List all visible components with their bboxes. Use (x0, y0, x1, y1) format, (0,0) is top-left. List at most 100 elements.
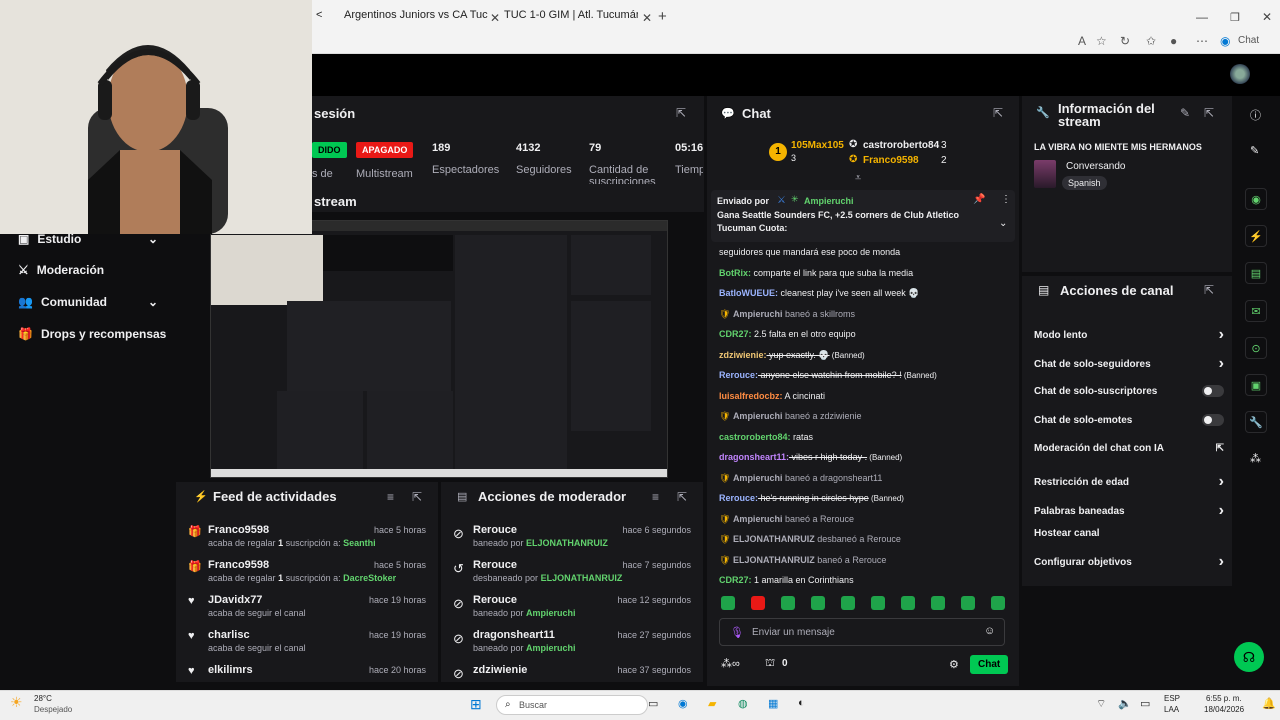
chat-message[interactable]: castroroberto84: ratas (719, 432, 813, 442)
taskbar-search[interactable]: ⌕ Buscar (496, 695, 648, 715)
sidebar-item-estudio[interactable]: ▣ Estudio ⌄ (18, 232, 158, 246)
emote-icon[interactable] (961, 596, 975, 610)
chat-username[interactable]: luisalfredocbz: (719, 391, 783, 401)
chat-mod-notice[interactable]: 🛡 Ampieruchi baneó a dragonsheart11 (719, 473, 882, 484)
gear-icon[interactable]: ⚙ (949, 658, 959, 671)
list-item[interactable]: 🎁 Franco9598 hace 5 horas acaba de regalar … (186, 522, 434, 556)
filter-icon[interactable]: ≡ (652, 490, 659, 504)
file-explorer-icon[interactable]: ▰ (708, 697, 716, 710)
moderator-name[interactable]: Ampieruchi (526, 608, 576, 618)
chat-mod-notice[interactable]: 🛡 Ampieruchi baneó a zdziwienie (719, 411, 862, 422)
chat-message[interactable]: luisalfredocbz: A cincinati (719, 391, 825, 401)
microphone-icon[interactable]: 🎙 (730, 626, 744, 639)
mod-action-row[interactable]: ⊘ Rerouce hace 12 segundos baneado por Ampi… (451, 592, 699, 626)
sidebar-item-drops[interactable]: 🎁 Drops y recompensas (18, 327, 166, 341)
restore-icon[interactable]: ❐ (1230, 6, 1240, 28)
chat-username[interactable]: CDR27: (719, 575, 752, 585)
emote-icon[interactable] (751, 596, 765, 610)
toggle-switch[interactable] (1202, 414, 1224, 426)
clock-date[interactable]: 18/04/2026 (1204, 705, 1244, 714)
toggle-switch[interactable] (1202, 385, 1224, 397)
camera-icon[interactable]: ◉ (1245, 188, 1267, 210)
chat-username[interactable]: dragonsheart11: (719, 452, 789, 462)
channel-action-2[interactable]: Chat de solo-suscriptores (1034, 385, 1224, 397)
popout-icon[interactable]: ⇱ (412, 490, 422, 504)
emote-icon[interactable] (811, 596, 825, 610)
tab-argentinos[interactable]: Argentinos Juniors vs CA Tucumán (338, 4, 488, 26)
popout-icon[interactable]: ⇱ (1204, 106, 1214, 120)
top-gifter-name[interactable]: 105Max105 (791, 140, 844, 151)
notification-icon[interactable]: 🔔 (1262, 697, 1276, 710)
copilot-icon[interactable]: ◉ (1220, 34, 1230, 48)
favorites-icon[interactable]: ✩ (1146, 34, 1156, 48)
stream-preview[interactable] (210, 220, 668, 478)
chat-username[interactable]: castroroberto84: (719, 432, 791, 442)
chat-bubble-icon[interactable]: ✉ (1245, 300, 1267, 322)
tab-partial[interactable]: < (316, 4, 330, 26)
sidebar-item-comunidad[interactable]: 👥 Comunidad ⌄ (18, 295, 158, 309)
chat-username[interactable]: BotRix: (719, 268, 751, 278)
channel-action-6[interactable]: Palabras baneadas › (1034, 502, 1224, 520)
feed-user[interactable]: elkilimrs (208, 664, 253, 676)
chat-message[interactable]: BatloWUEUE: cleanest play i've seen all … (719, 288, 920, 299)
chat-message[interactable]: zdziwienie: yup exactly. 💀 (Banned) (719, 350, 865, 361)
channel-action-5[interactable]: Restricción de edad › (1034, 473, 1224, 491)
minimize-icon[interactable]: — (1196, 6, 1208, 28)
chat-mod-notice[interactable]: 🛡 ELJONATHANRUIZ baneó a Rerouce (719, 555, 886, 566)
bolt-icon[interactable]: ⚡ (1245, 225, 1267, 247)
pencil-icon[interactable]: ✎ (1250, 144, 1259, 157)
store-icon[interactable]: ▦ (768, 697, 778, 710)
chat-username[interactable]: Ampieruchi (733, 514, 783, 524)
chat-username[interactable]: ELJONATHANRUIZ (733, 534, 815, 544)
emote-icon[interactable] (841, 596, 855, 610)
mod-target-user[interactable]: Rerouce (473, 559, 517, 571)
mod-action-row[interactable]: ↺ Rerouce hace 7 segundos desbaneado por EL… (451, 557, 699, 591)
popout-icon[interactable]: ⇱ (1204, 283, 1214, 297)
profile-icon[interactable]: ● (1170, 34, 1177, 48)
leader-3-name[interactable]: Franco9598 (863, 155, 919, 166)
chat-username[interactable]: Ampieruchi (733, 411, 783, 421)
chat-message[interactable]: Rerouce: he's running in circles hype (B… (719, 493, 904, 503)
channel-action-7[interactable]: Hostear canal (1034, 528, 1224, 539)
emote-icon[interactable] (781, 596, 795, 610)
clipboard-icon[interactable]: ▤ (1245, 262, 1267, 284)
obs-icon[interactable]: ◐ (798, 697, 805, 709)
emote-icon[interactable] (901, 596, 915, 610)
chat-username[interactable]: zdziwienie: (719, 350, 767, 360)
mod-target-user[interactable]: zdziwienie (473, 664, 527, 676)
chat-username[interactable]: CDR27: (719, 329, 752, 339)
feed-user[interactable]: JDavidx77 (208, 594, 262, 606)
list-item[interactable]: ♥ charlisc hace 19 horas acaba de seguir el… (186, 627, 434, 661)
channel-action-0[interactable]: Modo lento › (1034, 326, 1224, 344)
volume-icon[interactable]: 🔈 (1118, 697, 1132, 710)
pinned-message[interactable]: Enviado por ⚔ ✳ Ampieruchi 📌 ⋮ Gana Seat… (711, 190, 1015, 242)
moderator-name[interactable]: ELJONATHANRUIZ (541, 573, 623, 583)
chat-username[interactable]: ELJONATHANRUIZ (733, 555, 815, 565)
chat-mod-notice[interactable]: 🛡 Ampieruchi baneó a Rerouce (719, 514, 854, 525)
emote-icon[interactable] (991, 596, 1005, 610)
refresh-icon[interactable]: ↻ (1120, 34, 1130, 48)
broadcast-icon[interactable]: ⊙ (1245, 337, 1267, 359)
gift-recipient[interactable]: Seanthi (343, 538, 376, 548)
filter-icon[interactable]: ≡ (387, 490, 394, 504)
pin-icon[interactable]: 📌 (973, 194, 985, 205)
popout-icon[interactable]: ⇱ (993, 106, 1003, 120)
channel-action-3[interactable]: Chat de solo-emotes (1034, 414, 1224, 426)
language-code[interactable]: ESP (1164, 694, 1180, 703)
clock-time[interactable]: 6:55 p. m. (1206, 694, 1242, 703)
add-widget-icon[interactable]: ⁂ (1250, 452, 1261, 465)
emote-icon[interactable] (931, 596, 945, 610)
chat-message[interactable]: Rerouce: anyone else watchin from mobile… (719, 370, 937, 380)
copilot-icon[interactable]: ◉ (678, 697, 688, 710)
battery-icon[interactable]: ▭ (1140, 697, 1150, 710)
chat-message[interactable]: dragonsheart11: vibes r high today . (Ba… (719, 452, 902, 462)
chat-username[interactable]: Ampieruchi (733, 473, 783, 483)
more-icon[interactable]: ⋯ (1196, 34, 1208, 48)
mod-target-user[interactable]: Rerouce (473, 594, 517, 606)
close-icon[interactable]: ✕ (642, 7, 652, 29)
moderator-name[interactable]: Ampieruchi (526, 643, 576, 653)
mod-target-user[interactable]: Rerouce (473, 524, 517, 536)
chat-mod-notice[interactable]: 🛡 Ampieruchi baneó a skillroms (719, 309, 855, 320)
chat-mod-notice[interactable]: 🛡 ELJONATHANRUIZ desbaneó a Rerouce (719, 534, 901, 545)
wifi-icon[interactable]: ⌔ (1096, 697, 1106, 711)
